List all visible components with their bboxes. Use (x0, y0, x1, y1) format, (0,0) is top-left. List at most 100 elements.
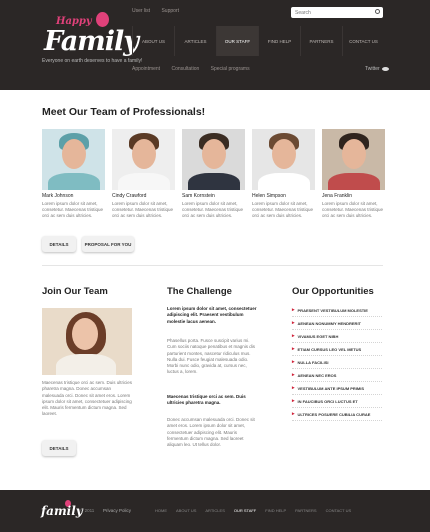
footer-nav-find-help[interactable]: FIND HELP (265, 508, 286, 513)
nav-partners[interactable]: PARTNERS (300, 26, 342, 56)
search-input[interactable]: Search (291, 7, 383, 18)
member-description: Lorem ipsum dolor sit amet, consetetur. … (252, 201, 314, 218)
sub-nav: Appointment Consultation Special program… (132, 66, 260, 72)
nav-articles[interactable]: ARTICLES (174, 26, 216, 56)
footer-nav-articles[interactable]: ARTICLES (205, 508, 225, 513)
member-name[interactable]: Jena Franklin (322, 193, 385, 199)
footer-nav-our-staff[interactable]: OUR STAFF (234, 508, 256, 513)
section-divider (42, 265, 383, 266)
opportunity-label: AENEAN NONUMMY HENDRERIT (297, 320, 361, 326)
member-photo[interactable] (182, 129, 245, 190)
twitter-bird-icon (381, 66, 389, 71)
list-item[interactable]: ▸ AENEAN NEC EROS (292, 369, 382, 382)
top-link-user-list[interactable]: User list (132, 8, 150, 14)
arrow-bullet-icon: ▸ (292, 320, 295, 326)
list-item[interactable]: ▸ ETIAM CURSUS LEO VEL METUS (292, 343, 382, 356)
list-item[interactable]: ▸ VIVAMUS EGET NIBH (292, 330, 382, 343)
team-section-title: Meet Our Team of Professionals! (42, 106, 206, 118)
footer-logo-text: family (41, 504, 83, 518)
member-photo[interactable] (252, 129, 315, 190)
member-photo[interactable] (42, 129, 105, 190)
team-members: Mark Johnson Lorem ipsum dolor sit amet,… (42, 129, 385, 219)
member-description: Lorem ipsum dolor sit amet, consetetur. … (112, 201, 174, 218)
nav-our-staff[interactable]: OUR STAFF (216, 26, 258, 56)
team-member: Sam Kornstein Lorem ipsum dolor sit amet… (182, 129, 245, 219)
list-item[interactable]: ▸ NULLA FACILISI (292, 356, 382, 369)
list-item[interactable]: ▸ IN FAUCIBUS ORCI LUCTUS ET (292, 395, 382, 408)
join-details-button[interactable]: DETAILS (42, 440, 76, 456)
list-item[interactable]: ▸ PRAESENT VESTIBULUM MOLESTIE (292, 304, 382, 317)
subnav-consultation[interactable]: Consultation (171, 66, 199, 72)
main-nav: ABOUT US ARTICLES OUR STAFF FIND HELP PA… (132, 26, 384, 56)
opportunity-label: ETIAM CURSUS LEO VEL METUS (297, 346, 362, 352)
nav-about-us[interactable]: ABOUT US (132, 26, 174, 56)
arrow-bullet-icon: ▸ (292, 398, 295, 404)
member-description: Lorem ipsum dolor sit amet, consetetur. … (322, 201, 384, 218)
team-details-button[interactable]: DETAILS (42, 236, 76, 252)
opportunity-label: NULLA FACILISI (297, 359, 329, 365)
member-photo[interactable] (112, 129, 175, 190)
logo-tagline: Everyone on earth deserves to have a fam… (42, 58, 143, 64)
opportunity-label: VIVAMUS EGET NIBH (297, 333, 339, 339)
join-team-title: Join Our Team (42, 286, 108, 297)
arrow-bullet-icon: ▸ (292, 333, 295, 339)
challenge-title: The Challenge (167, 286, 232, 297)
opportunity-label: ULTRICES POSUERE CUBILIA CURAE (297, 411, 371, 417)
nav-contact-us[interactable]: CONTACT US (342, 26, 384, 56)
team-member: Cindy Crawford Lorem ipsum dolor sit ame… (112, 129, 175, 219)
site-logo[interactable]: Happy Family Everyone on earth deserves … (42, 8, 142, 64)
proposal-button[interactable]: PROPOSAL FOR YOU (82, 236, 134, 252)
subnav-appointment[interactable]: Appointment (132, 66, 160, 72)
join-team-text: Maecenas tristique orci ac sem. Duis ult… (42, 380, 133, 417)
opportunity-label: PRAESENT VESTIBULUM MOLESTIE (297, 307, 368, 313)
member-name[interactable]: Helen Simpson (252, 193, 315, 199)
list-item[interactable]: ▸ VESTIBULUM ANTE IPSUM PRIMIS (292, 382, 382, 395)
footer-nav-contact-us[interactable]: CONTACT US (326, 508, 352, 513)
member-name[interactable]: Cindy Crawford (112, 193, 175, 199)
footer-nav-about-us[interactable]: ABOUT US (176, 508, 196, 513)
arrow-bullet-icon: ▸ (292, 359, 295, 365)
challenge-intro: Lorem ipsum dolor sit amet, consectetuer… (167, 306, 257, 324)
subnav-special-programs[interactable]: Special programs (211, 66, 250, 72)
footer-nav-partners[interactable]: PARTNERS (295, 508, 316, 513)
list-item[interactable]: ▸ ULTRICES POSUERE CUBILIA CURAE (292, 408, 382, 421)
opportunity-label: IN FAUCIBUS ORCI LUCTUS ET (297, 398, 358, 404)
team-member: Helen Simpson Lorem ipsum dolor sit amet… (252, 129, 315, 219)
arrow-bullet-icon: ▸ (292, 411, 295, 417)
copyright: © 2011 (80, 508, 95, 513)
member-description: Lorem ipsum dolor sit amet, consetetur. … (182, 201, 244, 218)
privacy-policy-link[interactable]: Privacy Policy (103, 508, 131, 513)
footer-nav-home[interactable]: HOME (155, 508, 167, 513)
balloon-icon (96, 12, 109, 27)
footer-logo[interactable]: family (41, 500, 83, 522)
search-placeholder: Search (295, 10, 311, 16)
top-links: User list Support (132, 8, 189, 14)
list-item[interactable]: ▸ AENEAN NONUMMY HENDRERIT (292, 317, 382, 330)
nav-find-help[interactable]: FIND HELP (258, 26, 300, 56)
team-member: Mark Johnson Lorem ipsum dolor sit amet,… (42, 129, 105, 219)
arrow-bullet-icon: ▸ (292, 385, 295, 391)
opportunities-title: Our Opportunities (292, 286, 374, 297)
logo-main-text: Family (44, 26, 139, 57)
opportunities-list: ▸ PRAESENT VESTIBULUM MOLESTIE ▸ AENEAN NO… (292, 304, 382, 421)
challenge-highlight: Maecenas tristique orci ac sem. Duis ult… (167, 394, 246, 406)
member-photo[interactable] (322, 129, 385, 190)
site-header: Happy Family Everyone on earth deserves … (0, 0, 430, 90)
member-name[interactable]: Mark Johnson (42, 193, 105, 199)
opportunity-label: VESTIBULUM ANTE IPSUM PRIMIS (297, 385, 365, 391)
arrow-bullet-icon: ▸ (292, 307, 295, 313)
join-team-photo (42, 308, 132, 375)
top-link-support[interactable]: Support (161, 8, 179, 14)
challenge-paragraph-2: Donec accumsan malesuada orci. Donec sit… (167, 417, 255, 448)
challenge-paragraph: Phasellus porta. Fusce suscipit varius m… (167, 338, 256, 375)
footer-nav: HOME ABOUT US ARTICLES OUR STAFF FIND HE… (155, 508, 360, 513)
twitter-link[interactable]: Twitter (365, 66, 389, 72)
site-footer: family © 2011 Privacy Policy HOME ABOUT … (0, 490, 430, 532)
member-description: Lorem ipsum dolor sit amet, consetetur. … (42, 201, 104, 218)
member-name[interactable]: Sam Kornstein (182, 193, 245, 199)
opportunity-label: AENEAN NEC EROS (297, 372, 337, 378)
team-member: Jena Franklin Lorem ipsum dolor sit amet… (322, 129, 385, 219)
twitter-label: Twitter (365, 66, 380, 72)
arrow-bullet-icon: ▸ (292, 372, 295, 378)
search-icon[interactable] (375, 9, 380, 14)
